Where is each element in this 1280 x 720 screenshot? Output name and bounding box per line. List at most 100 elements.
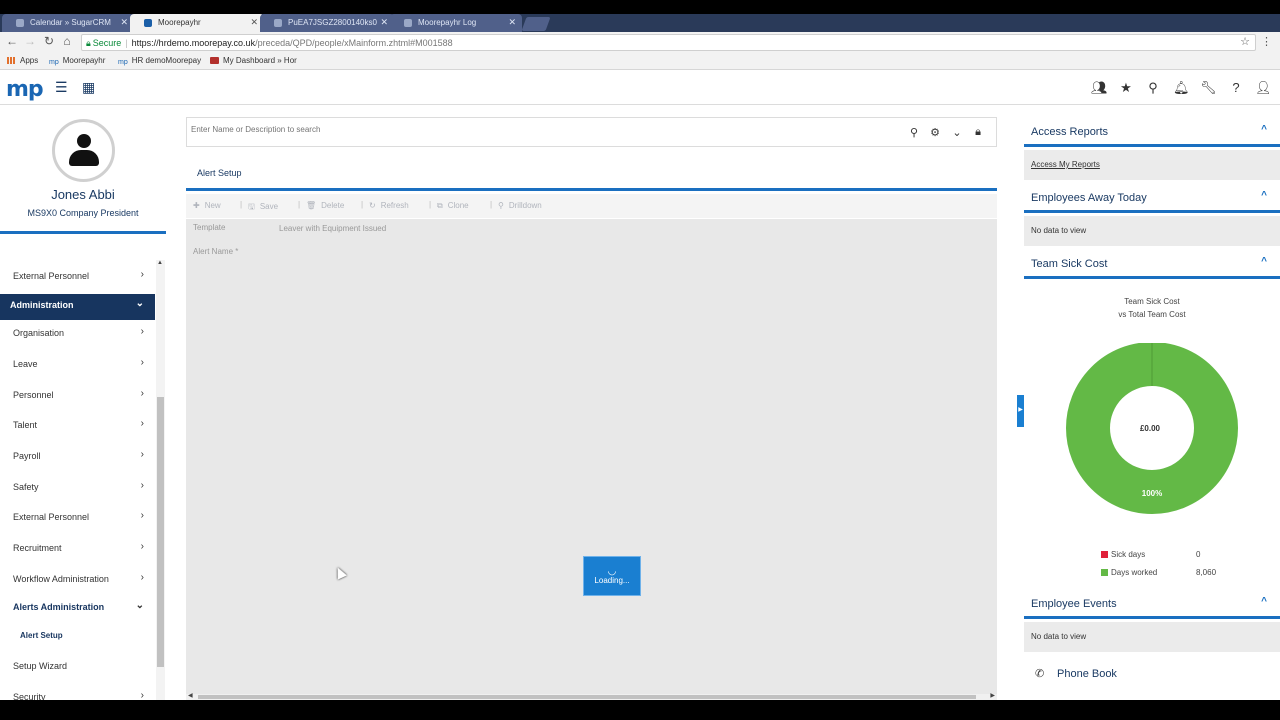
collapse-right-panel-handle[interactable]: ▶ xyxy=(1017,395,1024,427)
access-reports-header[interactable]: Access Reports ^ xyxy=(1024,117,1280,147)
browser-tab[interactable]: PuEA7JSGZ2800140ks0 ✕ xyxy=(260,14,394,32)
chevron-up-icon[interactable]: ^ xyxy=(1261,190,1267,201)
horizontal-scrollbar-thumb[interactable] xyxy=(198,695,976,699)
widget-title: Team Sick Cost xyxy=(1031,258,1108,270)
legend-item-sick-days[interactable]: Sick days 0 xyxy=(1101,550,1221,559)
refresh-button[interactable]: ↻ Refresh xyxy=(369,201,409,210)
sidebar-item-label: Talent xyxy=(13,420,38,430)
tab-close-icon[interactable]: ✕ xyxy=(508,17,516,28)
team-icon[interactable]: 👥︎ xyxy=(1091,80,1108,96)
sidebar-item-setup-wizard[interactable]: Setup Wizard xyxy=(0,655,155,681)
page-title: Alert Setup xyxy=(197,168,242,178)
mouse-cursor xyxy=(333,565,347,580)
sidebar-item-label: Administration xyxy=(10,300,74,310)
sidebar-item-alerts-administration[interactable]: Alerts Administration ⌄ xyxy=(0,596,155,622)
chevron-down-icon[interactable]: ⌄ xyxy=(950,126,964,139)
secure-label: Secure xyxy=(92,38,122,48)
no-data-text: No data to view xyxy=(1031,226,1087,235)
chevron-up-icon[interactable]: ^ xyxy=(1261,124,1267,135)
bookmark-moorepayhr[interactable]: mp Moorepayhr xyxy=(49,56,105,66)
employees-away-header[interactable]: Employees Away Today ^ xyxy=(1024,183,1280,213)
legend-label: Sick days xyxy=(1111,550,1146,559)
sidebar-item-leave[interactable]: Leave › xyxy=(0,353,155,379)
user-profile-icon[interactable]: 👤︎ xyxy=(1255,80,1272,96)
sidebar-item-external-personnel[interactable]: External Personnel › xyxy=(0,265,155,291)
sidebar-item-organisation[interactable]: Organisation › xyxy=(0,322,155,348)
reload-icon[interactable]: ↻ xyxy=(41,34,57,48)
lock-icon[interactable]: 🔒︎ xyxy=(971,126,985,139)
screen: Calendar » SugarCRM ✕ Moorepayhr ✕ PuEA7… xyxy=(0,0,1280,720)
widget-title: Access Reports xyxy=(1031,126,1109,138)
team-sick-cost-chart: Team Sick Cost vs Total Team Cost £0.00 1… xyxy=(1024,283,1280,580)
gear-icon[interactable]: ⚙ xyxy=(928,126,942,139)
tab-close-icon[interactable]: ✕ xyxy=(120,17,128,28)
chevron-down-icon: ⌄ xyxy=(135,298,144,309)
search-icon[interactable]: ⚲ xyxy=(1145,80,1161,96)
new-tab-button[interactable] xyxy=(521,17,551,31)
sidebar-item-payroll[interactable]: Payroll › xyxy=(0,445,155,471)
avatar[interactable] xyxy=(52,119,115,182)
tab-close-icon[interactable]: ✕ xyxy=(250,17,258,28)
bookmark-apps[interactable]: Apps xyxy=(7,56,38,65)
sidebar-item-administration[interactable]: Administration ⌄ xyxy=(0,294,155,320)
sidebar-scrollbar-thumb[interactable] xyxy=(157,397,164,667)
help-icon[interactable]: ? xyxy=(1228,80,1244,95)
save-button[interactable]: 🖫︎ Save xyxy=(248,201,278,215)
browser-tab[interactable]: Calendar » SugarCRM ✕ xyxy=(2,14,134,32)
alert-setup-form: Template Leaver with Equipment Issued Al… xyxy=(186,219,997,700)
access-my-reports-link[interactable]: Access My Reports xyxy=(1031,160,1100,169)
bookmark-label: My Dashboard » Hor xyxy=(223,56,297,65)
search-input[interactable] xyxy=(191,125,891,134)
bookmark-dashboard[interactable]: My Dashboard » Hor xyxy=(210,56,297,65)
back-icon[interactable]: ← xyxy=(4,34,20,48)
favourites-star-icon[interactable]: ★ xyxy=(1118,80,1134,96)
sidebar-item-recruitment[interactable]: Recruitment › xyxy=(0,537,155,563)
chevron-up-icon[interactable]: ^ xyxy=(1261,256,1267,267)
hamburger-menu-icon[interactable]: ☰ xyxy=(55,79,68,96)
sidebar-item-label: Alerts Administration xyxy=(13,602,105,612)
new-button[interactable]: ✚ New xyxy=(193,201,221,210)
phone-book-widget[interactable]: ✆ Phone Book xyxy=(1024,655,1280,695)
legend-swatch xyxy=(1101,551,1108,558)
delete-button[interactable]: 🗑︎ Delete xyxy=(306,201,344,210)
tools-wrench-icon[interactable]: 🔧︎ xyxy=(1200,80,1217,96)
scroll-right-icon[interactable]: ▶ xyxy=(990,692,995,699)
legend-item-days-worked[interactable]: Days worked 8,060 xyxy=(1101,568,1221,577)
browser-tab[interactable]: Moorepayhr Log ✕ xyxy=(390,14,522,32)
widget-title: Employees Away Today xyxy=(1031,192,1147,204)
clone-button[interactable]: ⧉ Clone xyxy=(437,201,469,211)
tab-close-icon[interactable]: ✕ xyxy=(380,17,388,28)
browser-menu-icon[interactable]: ⋮ xyxy=(1261,35,1272,48)
forward-icon[interactable]: → xyxy=(22,34,38,48)
sidebar-item-security[interactable]: Security › xyxy=(0,686,155,700)
chevron-right-icon: › xyxy=(140,480,144,491)
chevron-right-icon: › xyxy=(140,418,144,429)
scroll-left-icon[interactable]: ◀ xyxy=(188,692,193,699)
screen-border-bottom xyxy=(0,700,1280,720)
sidebar-item-talent[interactable]: Talent › xyxy=(0,414,155,440)
address-bar[interactable]: 🔒︎ Secure | https://hrdemo.moorepay.co.uk/p… xyxy=(81,34,1256,51)
sidebar-item-safety[interactable]: Safety › xyxy=(0,476,155,502)
notifications-bell-icon[interactable]: 🔔︎ xyxy=(1173,80,1190,96)
team-sick-cost-header[interactable]: Team Sick Cost ^ xyxy=(1024,249,1280,279)
employee-events-header[interactable]: Employee Events ^ xyxy=(1024,589,1280,619)
user-name[interactable]: Jones Abbi xyxy=(0,187,166,202)
left-sidebar: Jones Abbi MS9X0 Company President Exter… xyxy=(0,105,166,700)
sidebar-item-external-personnel[interactable]: External Personnel › xyxy=(0,506,155,532)
sidebar-item-workflow-administration[interactable]: Workflow Administration › xyxy=(0,568,155,594)
drilldown-button[interactable]: ⚲ Drilldown xyxy=(498,201,542,210)
template-value[interactable]: Leaver with Equipment Issued xyxy=(279,224,386,233)
moorepay-logo[interactable]: mp xyxy=(6,77,44,102)
sidebar-item-personnel[interactable]: Personnel › xyxy=(0,384,155,410)
bookmark-star-icon[interactable]: ☆ xyxy=(1240,35,1250,48)
screen-border-top xyxy=(0,0,1280,14)
search-icon[interactable]: ⚲ xyxy=(907,126,921,139)
home-icon[interactable]: ⌂ xyxy=(59,34,75,48)
clone-icon: ⧉ xyxy=(437,201,443,210)
browser-tab-active[interactable]: Moorepayhr ✕ xyxy=(130,14,264,32)
apps-grid-icon[interactable]: ▦ xyxy=(82,79,95,96)
chevron-up-icon[interactable]: ^ xyxy=(1261,596,1267,607)
bookmark-hr-demo[interactable]: mp HR demoMoorepay xyxy=(118,56,201,66)
sidebar-item-alert-setup[interactable]: Alert Setup xyxy=(0,625,155,651)
scroll-up-icon[interactable]: ▲ xyxy=(157,260,163,266)
